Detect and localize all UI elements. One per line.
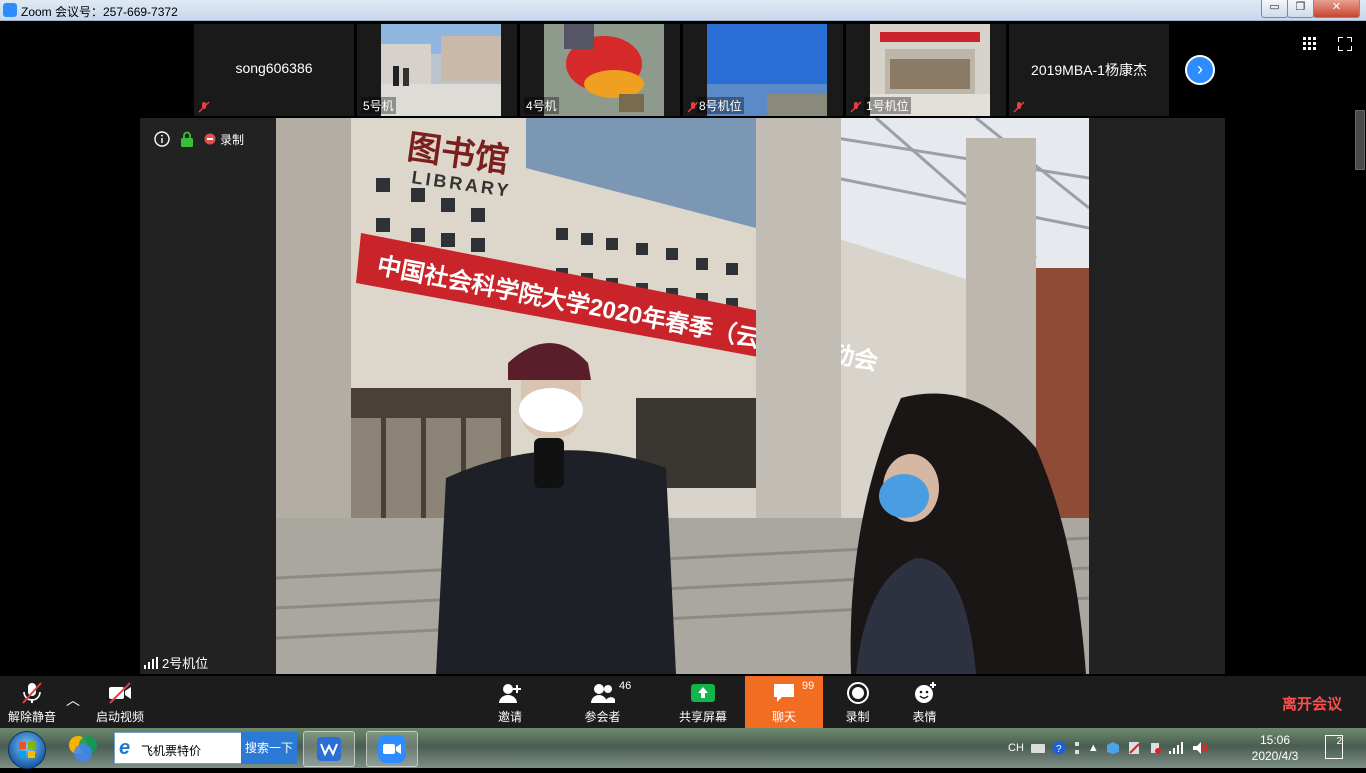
speaker-label: 2号机位 <box>162 656 209 671</box>
box-app-icon[interactable] <box>1106 741 1120 755</box>
video-off-icon <box>109 682 131 704</box>
muted-mic-icon <box>22 682 42 704</box>
participants-count: 46 <box>619 680 632 692</box>
ie-icon: e <box>119 737 131 759</box>
side-scrollbar[interactable] <box>1355 110 1365 170</box>
record-icon <box>846 682 869 704</box>
svg-text:?: ? <box>1056 744 1062 755</box>
action-center-notification-count[interactable]: 2 <box>1325 735 1343 759</box>
add-person-icon <box>499 684 521 703</box>
share-screen-label: 共享屏幕 <box>678 710 727 724</box>
help-icon[interactable]: ? <box>1052 741 1066 755</box>
thumbnail-8[interactable]: 8号机位 <box>683 24 843 116</box>
unmute-button[interactable]: 解除静音 <box>2 676 62 728</box>
ie-search-box[interactable]: e 飞机票特价 <box>114 732 242 764</box>
fullscreen-icon[interactable] <box>1338 37 1352 51</box>
browser-360-icon[interactable] <box>66 733 100 763</box>
volume-muted-icon[interactable] <box>1192 741 1208 755</box>
invite-button[interactable]: 邀请 <box>485 676 535 728</box>
participants-icon <box>590 684 615 703</box>
chat-label: 聊天 <box>771 710 796 724</box>
clock-date: 2020/4/3 <box>1251 749 1299 763</box>
thumbnail-label: 4号机 <box>524 97 559 114</box>
clock-time: 15:06 <box>1259 733 1291 747</box>
thumbnail-1[interactable]: 1号机位 <box>846 24 1006 116</box>
thumbnail-label: 5号机 <box>361 97 396 114</box>
device-alert-icon[interactable] <box>1148 741 1162 755</box>
window-title-bar: Zoom 会议号：257-669-7372 ▭ ❐ ✕ <box>0 0 1366 21</box>
info-icon[interactable] <box>154 131 170 147</box>
signal-strength-icon <box>144 656 158 669</box>
participant-name: 2019MBA-1杨康杰 <box>1031 62 1147 78</box>
video-feed-4 <box>544 24 664 116</box>
record-button[interactable]: 录制 <box>835 676 880 728</box>
muted-mic-icon <box>850 101 862 113</box>
minimize-button[interactable]: ▭ <box>1261 0 1288 18</box>
thumbnail-label: 1号机位 <box>864 97 911 114</box>
leave-meeting-button[interactable]: 离开会议 <box>1282 693 1342 714</box>
thumbnail-label: 8号机位 <box>697 97 744 114</box>
close-button[interactable]: ✕ <box>1313 0 1360 18</box>
flag-alert-icon[interactable] <box>1127 741 1141 755</box>
window-title: Zoom 会议号：257-669-7372 <box>21 5 178 19</box>
input-method-indicator[interactable]: CH <box>1008 742 1024 754</box>
start-video-button[interactable]: 启动视频 <box>90 676 150 728</box>
search-button[interactable]: 搜索一下 <box>241 732 297 764</box>
muted-mic-icon <box>1013 101 1025 113</box>
participant-thumbnail-strip: song606386 5号机 4号机 8号机位 1号机位 2019MBA-1杨康… <box>194 24 1171 116</box>
video-feed-5 <box>381 24 501 116</box>
lock-icon[interactable] <box>180 131 194 147</box>
chat-bubble-icon <box>774 684 794 702</box>
recording-label: 录制 <box>220 132 245 147</box>
recording-icon <box>204 133 216 145</box>
thumbnail-song606386[interactable]: song606386 <box>194 24 354 116</box>
thumbnail-4[interactable]: 4号机 <box>520 24 680 116</box>
unmute-label: 解除静音 <box>7 710 56 724</box>
keyboard-icon[interactable] <box>1030 742 1045 754</box>
meeting-control-bar: 解除静音 ︿ 启动视频 邀请 参会者 46 共享屏幕 聊天 99 录制 表情 离… <box>0 676 1366 728</box>
muted-mic-icon <box>198 101 210 113</box>
network-icon[interactable] <box>1168 742 1185 754</box>
gallery-view-icon[interactable] <box>1303 37 1317 51</box>
meeting-status-bar: 录制 <box>154 131 244 147</box>
audio-options-chevron-icon[interactable]: ︿ <box>66 690 80 710</box>
participants-button[interactable]: 参会者 46 <box>575 676 632 728</box>
chat-unread-count: 99 <box>802 680 815 692</box>
taskbar-wps-app[interactable] <box>303 731 355 767</box>
smiley-icon <box>914 682 936 703</box>
speaker-name-tag: 2号机位 <box>144 653 208 672</box>
maximize-button[interactable]: ❐ <box>1287 0 1314 18</box>
wps-icon <box>317 737 341 761</box>
next-page-button[interactable]: › <box>1185 55 1215 85</box>
show-hidden-icons-icon[interactable]: ▲ <box>1088 742 1099 754</box>
zoom-icon <box>378 735 406 763</box>
invite-label: 邀请 <box>497 710 522 724</box>
record-label: 录制 <box>845 710 870 724</box>
share-screen-icon <box>691 684 715 702</box>
settings-tray-icon[interactable] <box>1073 741 1081 755</box>
search-query: 飞机票特价 <box>141 744 202 758</box>
library-scene-image: 图书馆 LIBRARY 中国社会科学院大学2020年春季（云端）运动会 <box>276 118 1089 674</box>
reactions-button[interactable]: 表情 <box>902 676 947 728</box>
system-tray: CH ? ▲ <box>1008 728 1208 768</box>
zoom-app-icon <box>3 3 17 17</box>
reactions-label: 表情 <box>912 710 937 724</box>
taskbar-zoom-app[interactable] <box>366 731 418 767</box>
active-speaker-video: 图书馆 LIBRARY 中国社会科学院大学2020年春季（云端）运动会 <box>276 118 1089 674</box>
share-screen-button[interactable]: 共享屏幕 <box>673 676 733 728</box>
windows-taskbar: e 飞机票特价 搜索一下 CH ? ▲ 15:06 2020/4/3 2 <box>0 728 1366 769</box>
thumbnail-2019mba[interactable]: 2019MBA-1杨康杰 <box>1009 24 1169 116</box>
thumbnail-5[interactable]: 5号机 <box>357 24 517 116</box>
start-button[interactable] <box>8 731 46 769</box>
system-clock[interactable]: 15:06 2020/4/3 <box>1244 732 1306 764</box>
participants-label: 参会者 <box>584 710 621 724</box>
start-video-label: 启动视频 <box>95 710 144 724</box>
participant-name: song606386 <box>235 60 313 76</box>
windows-logo-icon <box>19 742 35 758</box>
chat-button[interactable]: 聊天 99 <box>745 676 823 728</box>
main-video-area: 图书馆 LIBRARY 中国社会科学院大学2020年春季（云端）运动会 录制 2… <box>140 118 1225 674</box>
